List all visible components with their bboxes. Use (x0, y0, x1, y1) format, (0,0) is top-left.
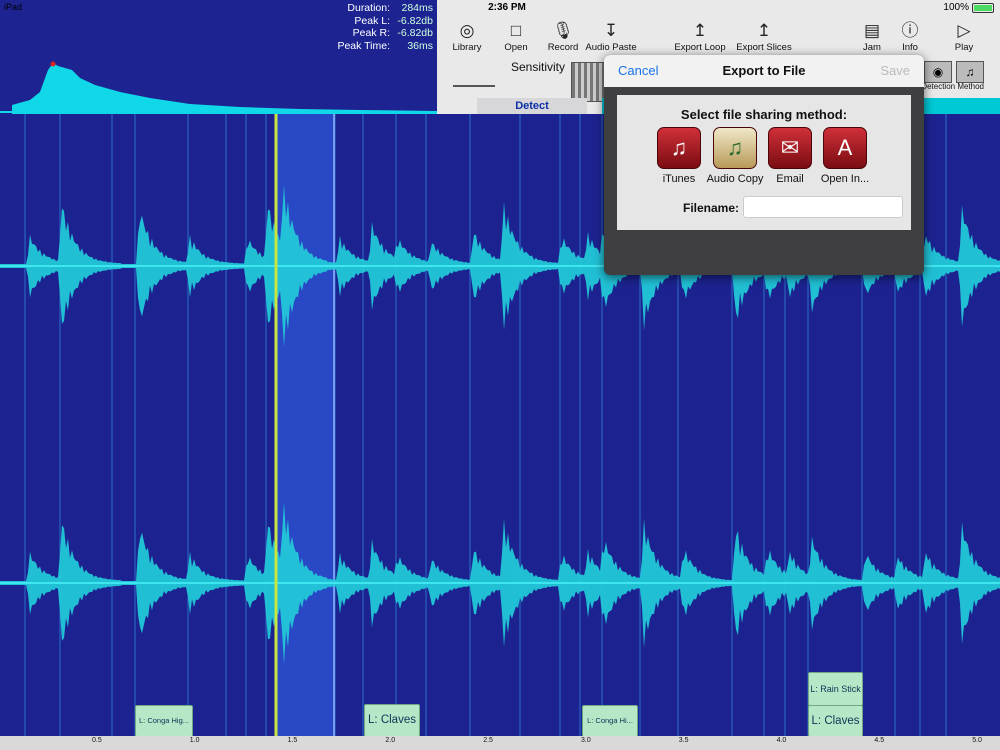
slice-tag[interactable]: L: Conga Hi... (582, 705, 638, 737)
duration-label: Duration: (347, 2, 390, 14)
export-loop-label: Export Loop (674, 42, 726, 53)
paste-icon: ↧ (603, 21, 619, 40)
detection-method-label: Detection Method (921, 82, 984, 91)
divider (453, 85, 495, 87)
ruler-tick-label: 2.5 (483, 737, 493, 744)
peak-l-label: Peak L: (354, 14, 390, 27)
peak-time-value: 36ms (407, 39, 433, 52)
envelope-icon: ✉ (768, 127, 812, 169)
export-loop-button[interactable]: ↥ Export Loop (670, 20, 730, 53)
music-note-icon: ♫ (657, 127, 701, 169)
ruler-tick-label: 0.5 (92, 737, 102, 744)
filename-input[interactable] (743, 196, 903, 218)
dialog-header: Cancel Export to File Save (604, 55, 924, 87)
share-icon: ↥ (692, 21, 708, 40)
itunes-label: iTunes (662, 173, 696, 185)
slice-info-panel: iPad Duration: 284ms Peak L: -6.82db Peak … (0, 0, 437, 114)
open-label: Open (504, 42, 528, 53)
open-in-icon: A (823, 127, 867, 169)
battery-icon (972, 2, 994, 13)
sensitivity-label: Sensitivity (511, 60, 566, 74)
open-in-option[interactable]: A Open In... (815, 127, 875, 185)
ruler-tick-label: 2.0 (385, 737, 396, 744)
trumpet-icon[interactable]: ♫ (956, 61, 984, 83)
filename-label: Filename: (683, 201, 740, 215)
slice-tag[interactable]: L: Conga Hig... (135, 705, 193, 737)
play-button[interactable]: ▷ Play (934, 20, 994, 53)
jam-label: Jam (863, 42, 881, 53)
info-icon: ⓘ (901, 21, 919, 40)
status-time: 2:36 PM (488, 2, 526, 13)
play-icon: ▷ (957, 21, 971, 40)
share-icon: ↥ (756, 21, 772, 40)
carrier-label: iPad (4, 2, 23, 12)
library-label: Library (452, 42, 482, 53)
audio-copy-option[interactable]: ♫ Audio Copy (705, 127, 765, 185)
ruler-tick-label: 4.0 (776, 737, 787, 744)
itunes-option[interactable]: ♫ iTunes (649, 127, 709, 185)
record-label: Record (547, 42, 579, 53)
save-button[interactable]: Save (880, 63, 910, 78)
export-dialog: Cancel Export to File Save Select file s… (604, 55, 924, 275)
audio-copy-label: Audio Copy (706, 173, 764, 185)
drum-icon[interactable]: ◉ (924, 61, 952, 83)
audio-copy-icon: ♫ (713, 127, 757, 169)
slice-tag[interactable]: L: Claves (808, 705, 863, 737)
audio-paste-label: Audio Paste (585, 42, 637, 53)
export-slices-button[interactable]: ↥ Export Slices (734, 20, 794, 53)
info-button[interactable]: ⓘ Info (880, 20, 940, 53)
info-label: Info (902, 42, 918, 53)
ruler-tick-label: 4.5 (874, 737, 885, 744)
export-slices-label: Export Slices (736, 42, 792, 53)
detect-button[interactable]: Detect (477, 98, 587, 114)
peak-r-value: -6.82db (397, 27, 433, 39)
ruler-tick-label: 3.0 (581, 737, 591, 744)
select-method-label: Select file sharing method: (680, 107, 848, 122)
slice-stats: Duration: 284ms Peak L: -6.82db Peak R: -6.… (337, 2, 433, 52)
peak-l-value: -6.82db (397, 14, 433, 27)
duration-value: 284ms (401, 2, 433, 14)
slice-tag[interactable]: L: Claves (364, 704, 420, 737)
ruler-tick-label: 1.5 (287, 737, 298, 744)
ruler-tick-label: 1.0 (189, 737, 200, 744)
ruler-tick-label: 3.5 (678, 737, 689, 744)
open-in-label: Open In... (820, 173, 870, 185)
time-ruler[interactable]: 0.5 1.0 1.5 2.0 2.5 3.0 3.5 4.0 4.5 5.0 (0, 736, 1000, 750)
dialog-title: Export to File (722, 63, 806, 78)
ruler-tick-label: 5.0 (972, 737, 982, 744)
peak-r-label: Peak R: (352, 27, 390, 39)
play-label: Play (954, 42, 974, 53)
dialog-body: Select file sharing method: ♫ iTunes ♫ A… (617, 95, 911, 230)
email-label: Email (776, 173, 804, 185)
audio-paste-button[interactable]: ↧ Audio Paste (581, 20, 641, 53)
peak-time-label: Peak Time: (337, 39, 390, 52)
email-option[interactable]: ✉ Email (760, 127, 820, 185)
battery-indicator: 100% (943, 2, 994, 13)
battery-percent: 100% (943, 2, 969, 13)
slice-tag[interactable]: L: Rain Stick (808, 672, 863, 706)
